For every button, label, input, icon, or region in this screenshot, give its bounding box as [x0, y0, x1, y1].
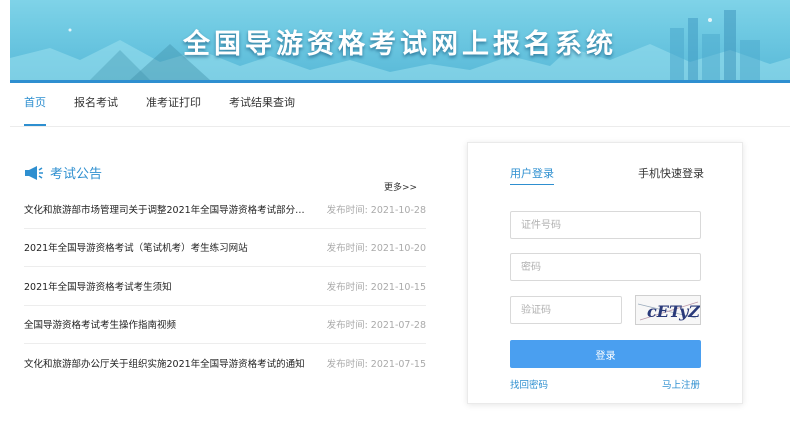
notice-item-date: 发布时间: 2021-10-20	[326, 243, 426, 255]
register-link[interactable]: 马上注册	[662, 377, 700, 391]
login-panel: 用户登录 手机快速登录 cETyZ 登录 找回密码 马上注册	[467, 142, 743, 404]
password-input[interactable]	[510, 253, 701, 281]
list-item[interactable]: 2021年全国导游资格考试（笔试机考）考生练习网站 发布时间: 2021-10-…	[24, 229, 426, 267]
notice-header: 考试公告	[24, 163, 102, 182]
login-button[interactable]: 登录	[510, 340, 701, 368]
notice-item-title: 2021年全国导游资格考试考生须知	[24, 281, 172, 293]
banner-divider	[10, 80, 790, 83]
tab-phone-login[interactable]: 手机快速登录	[638, 165, 704, 184]
nav-results-query[interactable]: 考试结果查询	[229, 96, 295, 126]
nav-divider	[10, 126, 790, 127]
list-item[interactable]: 文化和旅游部办公厅关于组织实施2021年全国导游资格考试的通知 发布时间: 20…	[24, 344, 426, 383]
list-item[interactable]: 2021年全国导游资格考试考生须知 发布时间: 2021-10-15	[24, 267, 426, 306]
forgot-password-link[interactable]: 找回密码	[510, 377, 548, 391]
notice-item-date: 发布时间: 2021-10-15	[326, 281, 426, 293]
captcha-input[interactable]	[510, 296, 622, 324]
notice-item-title: 2021年全国导游资格考试（笔试机考）考生练习网站	[24, 243, 248, 255]
notice-item-title: 文化和旅游部市场管理司关于调整2021年全国导游资格考试部分…	[24, 204, 305, 216]
notice-item-title: 全国导游资格考试考生操作指南视频	[24, 320, 177, 332]
notice-item-date: 发布时间: 2021-07-28	[326, 320, 426, 332]
captcha-text: cETyZ	[647, 302, 700, 321]
main-nav: 首页 报名考试 准考证打印 考试结果查询	[24, 96, 323, 126]
id-number-input[interactable]	[510, 211, 701, 239]
tab-user-login[interactable]: 用户登录	[510, 165, 554, 185]
header-banner: 全国导游资格考试网上报名系统	[10, 0, 790, 80]
notice-item-date: 发布时间: 2021-10-28	[326, 204, 426, 216]
nav-home[interactable]: 首页	[24, 96, 46, 126]
notice-item-title: 文化和旅游部办公厅关于组织实施2021年全国导游资格考试的通知	[24, 359, 305, 371]
nav-register-exam[interactable]: 报名考试	[74, 96, 118, 126]
list-item[interactable]: 全国导游资格考试考生操作指南视频 发布时间: 2021-07-28	[24, 306, 426, 344]
notice-list: 文化和旅游部市场管理司关于调整2021年全国导游资格考试部分… 发布时间: 20…	[24, 190, 426, 383]
megaphone-icon	[25, 165, 43, 180]
site-title: 全国导游资格考试网上报名系统	[183, 29, 617, 60]
notice-title: 考试公告	[50, 167, 103, 182]
nav-print-admission[interactable]: 准考证打印	[146, 96, 201, 126]
captcha-image[interactable]: cETyZ	[635, 295, 701, 325]
list-item[interactable]: 文化和旅游部市场管理司关于调整2021年全国导游资格考试部分… 发布时间: 20…	[24, 190, 426, 229]
notice-item-date: 发布时间: 2021-07-15	[326, 359, 426, 371]
